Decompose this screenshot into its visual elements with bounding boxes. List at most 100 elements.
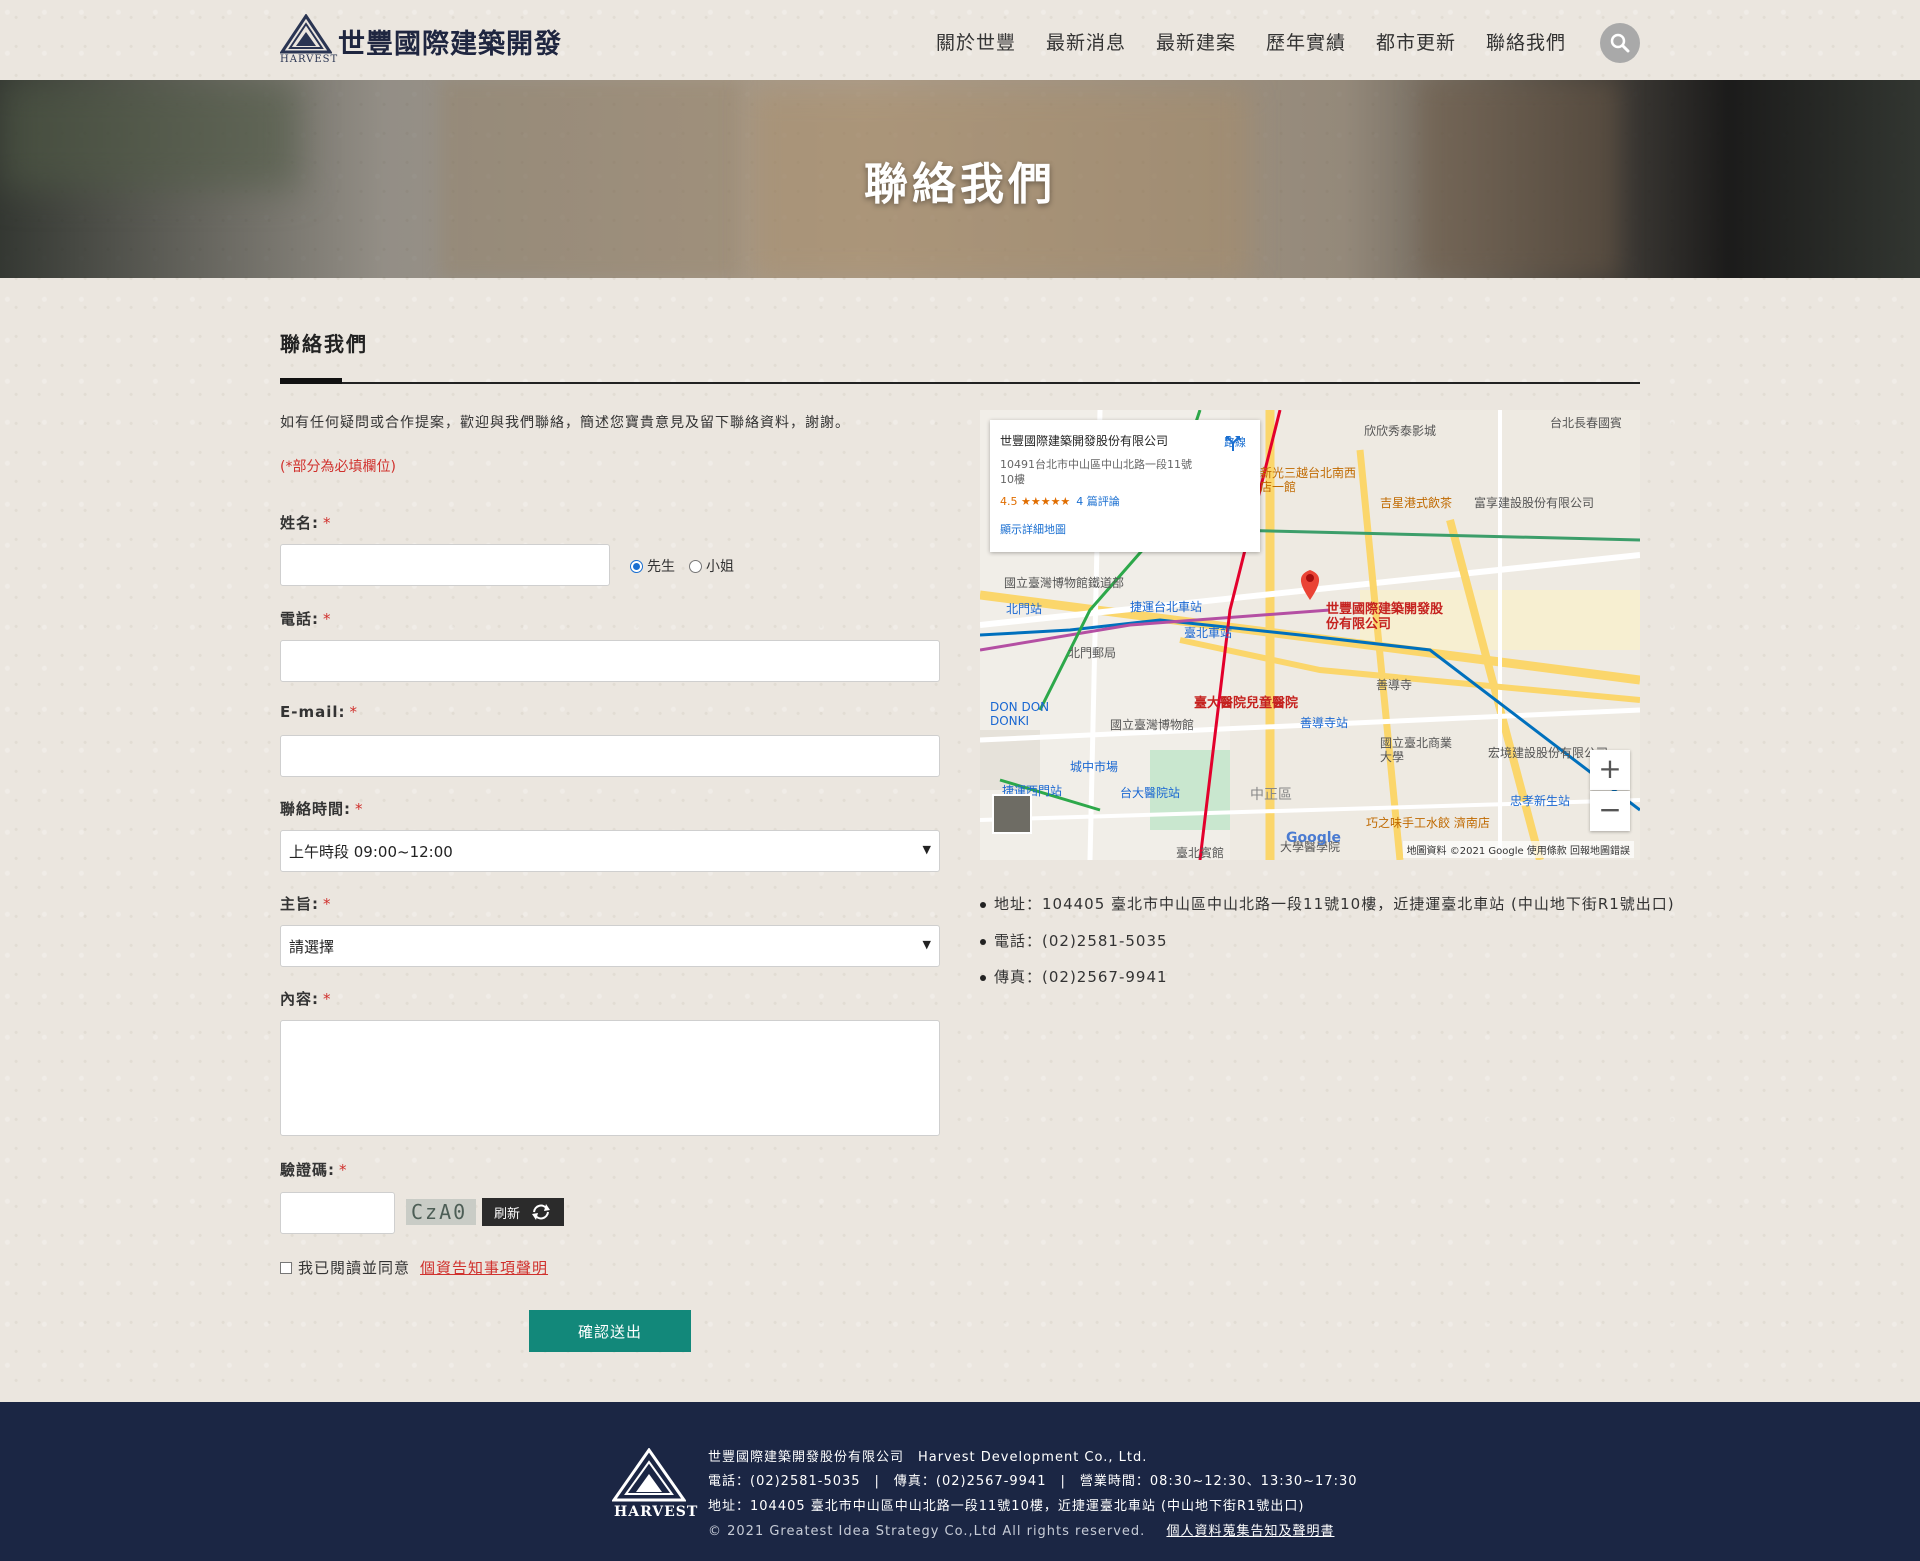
map-place: 欣欣秀泰影城 (1364, 424, 1437, 438)
phone-label: 電話: * (280, 610, 332, 628)
dropdown-arrow-icon: ▼ (922, 843, 931, 856)
captcha-label: 驗證碼: * (280, 1161, 348, 1179)
required-note: (*部分為必填欄位) (280, 459, 396, 475)
rating-stars: 4.5 ★★★★★ (1000, 495, 1071, 508)
map-place: 國立臺北商業大學 (1380, 736, 1453, 764)
contact-address: 地址：104405 臺北市中山區中山北路一段11號10樓，近捷運臺北車站 (中山… (980, 893, 1675, 914)
contact-fax: 傳真：(02)2567-9941 (980, 966, 1168, 987)
map-directions-button[interactable]: 路線 (1224, 434, 1246, 451)
phone-input[interactable] (280, 640, 940, 682)
harvest-logo-icon: HARVEST (280, 14, 337, 66)
banner-title: 聯絡我們 (864, 159, 1056, 210)
map-reviews-link[interactable]: 4 篇評論 (1076, 495, 1120, 508)
map-info-card: 世豐國際建築開發股份有限公司 10491台北市中山區中山北路一段11號10樓 4… (990, 420, 1260, 552)
google-logo: Google (1286, 830, 1342, 846)
footer-logo-text: HARVEST (614, 1504, 699, 1520)
site-header: HARVEST 世豐國際建築開發 關於世豐 最新消息 最新建案 歷年實績 都市更… (0, 0, 1920, 80)
map-place: 富享建設股份有限公司 (1474, 496, 1595, 510)
map-zoom-out-button[interactable]: − (1590, 791, 1630, 831)
privacy-statement-link[interactable]: 個資告知事項聲明 (420, 1257, 548, 1278)
submit-button[interactable]: 確認送出 (529, 1310, 691, 1352)
map-place: 捷運台北車站 (1130, 600, 1203, 614)
section-divider-accent (280, 378, 342, 384)
map-place: 臺北車站 (1184, 626, 1233, 640)
section-title: 聯絡我們 (280, 332, 368, 356)
privacy-agree: 我已閱讀並同意 個資告知事項聲明 (280, 1257, 548, 1278)
email-input[interactable] (280, 735, 940, 777)
map-place: DON DON DONKI (990, 700, 1050, 728)
refresh-icon (532, 1204, 551, 1220)
gender-radio-ms[interactable]: 小姐 (689, 556, 734, 576)
footer-address: 地址：104405 臺北市中山區中山北路一段11號10樓，近捷運臺北車站 (中山… (708, 1499, 1305, 1514)
captcha-refresh-button[interactable]: 刷新 (482, 1198, 564, 1226)
contact-time-value: 上午時段 09:00~12:00 (289, 843, 453, 861)
footer-logo: HARVEST (611, 1447, 697, 1524)
map-place: 台大醫院站 (1120, 786, 1181, 800)
time-label: 聯絡時間: * (280, 800, 364, 818)
nav-history[interactable]: 歷年實績 (1266, 28, 1376, 55)
map-place: 北門郵局 (1068, 646, 1117, 660)
gender-radio-group: 先生 小姐 (630, 556, 734, 576)
map-place: 臺北賓館 (1176, 846, 1225, 860)
agree-checkbox[interactable] (280, 1261, 292, 1274)
captcha-image: CzA0 (406, 1199, 476, 1225)
search-button[interactable] (1600, 23, 1640, 63)
map-marker-label: 世豐國際建築開發股份有限公司 (1326, 602, 1444, 632)
subject-value: 請選擇 (289, 938, 335, 956)
map-place: 國立臺灣博物館 (1110, 718, 1195, 732)
intro-text: 如有任何疑問或合作提案，歡迎與我們聯絡，簡述您寶貴意見及留下聯絡資料，謝謝。 (280, 415, 850, 431)
map-card-title: 世豐國際建築開發股份有限公司 (1000, 434, 1169, 448)
nav-contact[interactable]: 聯絡我們 (1486, 28, 1596, 55)
nav-about[interactable]: 關於世豐 (936, 28, 1046, 55)
footer-copyright: © 2021 Greatest Idea Strategy Co.,Ltd Al… (708, 1524, 1146, 1539)
name-label: 姓名: * (280, 514, 332, 532)
main-nav: 關於世豐 最新消息 最新建案 歷年實績 都市更新 聯絡我們 (936, 28, 1596, 55)
nav-projects[interactable]: 最新建案 (1156, 28, 1266, 55)
map-place: 善導寺站 (1300, 716, 1349, 730)
gender-radio-mr[interactable]: 先生 (630, 556, 675, 576)
content-textarea[interactable] (280, 1020, 940, 1136)
map-place: 城中市場 (1070, 760, 1119, 774)
map-zoom-in-button[interactable]: + (1590, 750, 1630, 790)
search-icon (1610, 33, 1630, 53)
subject-select[interactable]: 請選擇 ▼ (280, 925, 940, 967)
directions-icon (1226, 436, 1240, 451)
captcha-input[interactable] (280, 1192, 395, 1234)
harvest-logo-icon (611, 1447, 687, 1502)
footer-copyright-row: © 2021 Greatest Idea Strategy Co.,Ltd Al… (708, 1520, 1334, 1539)
site-logo[interactable]: HARVEST 世豐國際建築開發 (280, 14, 580, 66)
content-label: 內容: * (280, 990, 332, 1008)
google-map[interactable]: 世豐國際建築開發股份有限公司 新光三越台北南西店一館 吉星港式飲茶 富享建設股份… (980, 410, 1640, 860)
map-satellite-toggle[interactable] (992, 794, 1032, 834)
contact-phone: 電話：(02)2581-5035 (980, 930, 1168, 951)
nav-news[interactable]: 最新消息 (1046, 28, 1156, 55)
map-card-address: 10491台北市中山區中山北路一段11號10樓 (1000, 458, 1192, 486)
page-banner: 聯絡我們 (0, 80, 1920, 278)
map-more-link[interactable]: 顯示詳細地圖 (1000, 521, 1250, 537)
refresh-label: 刷新 (494, 1206, 521, 1222)
dropdown-arrow-icon: ▼ (922, 938, 931, 951)
map-place: 國立臺灣博物館鐵道部 (1004, 576, 1125, 590)
contact-time-select[interactable]: 上午時段 09:00~12:00 ▼ (280, 830, 940, 872)
subject-label: 主旨: * (280, 895, 332, 913)
map-place: 台北長春國賓 (1550, 416, 1623, 430)
map-place: 中正區 (1250, 787, 1292, 803)
logo-text: 世豐國際建築開發 (338, 29, 562, 60)
map-card-rating: 4.5 ★★★★★ 4 篇評論 (1000, 493, 1250, 509)
map-place: 北門站 (1006, 602, 1043, 616)
logo-en-text: HARVEST (280, 54, 339, 65)
map-place: 巧之味手工水餃 濟南店 (1366, 816, 1490, 830)
footer-contact: 電話：(02)2581-5035 | 傳真：(02)2567-9941 | 營業… (708, 1474, 1358, 1489)
site-footer: HARVEST 世豐國際建築開發股份有限公司 Harvest Developme… (0, 1402, 1920, 1561)
email-label: E-mail: * (280, 703, 359, 721)
footer-privacy-link[interactable]: 個人資料蒐集告知及聲明書 (1166, 1524, 1334, 1539)
map-place: 善導寺 (1376, 678, 1413, 692)
name-input[interactable] (280, 544, 610, 586)
map-place: 吉星港式飲茶 (1380, 496, 1453, 510)
section-divider (280, 382, 1640, 384)
map-place: 新光三越台北南西店一館 (1260, 466, 1357, 494)
map-place: 忠孝新生站 (1510, 794, 1571, 808)
nav-urban-renewal[interactable]: 都市更新 (1376, 28, 1486, 55)
map-attribution[interactable]: 地圖資料 ©2021 Google 使用條款 回報地圖錯誤 (1402, 841, 1634, 858)
footer-company: 世豐國際建築開發股份有限公司 Harvest Development Co., … (708, 1450, 1148, 1465)
